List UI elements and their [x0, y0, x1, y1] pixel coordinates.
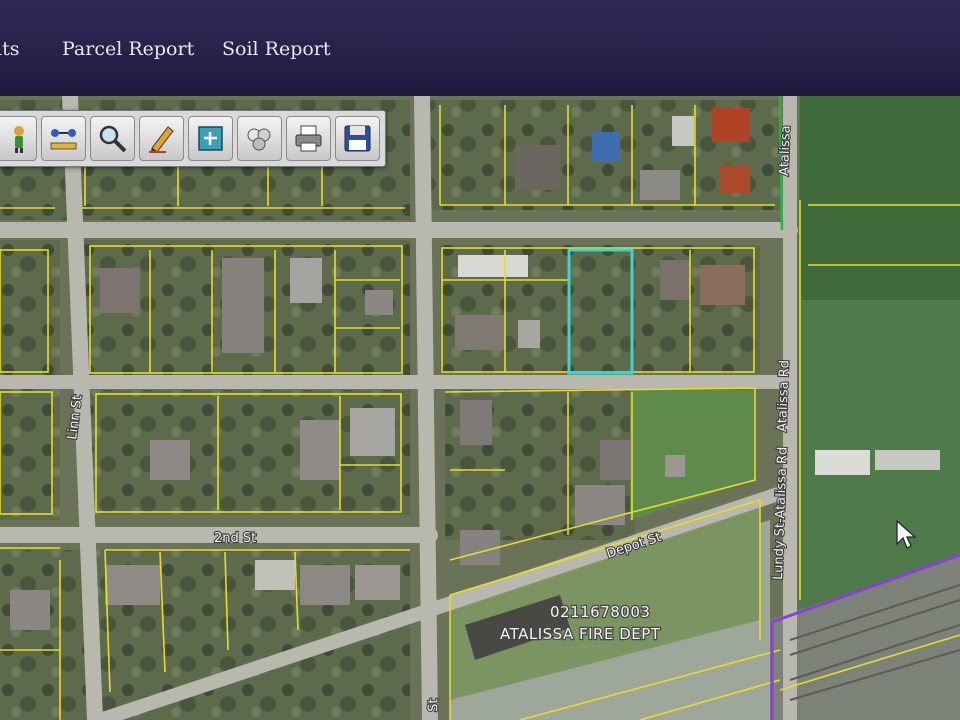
parcel-id-label: 0211678003	[550, 603, 650, 621]
label-2nd-st: 2nd St	[214, 531, 256, 546]
zoom-icon	[99, 125, 127, 153]
layers-button[interactable]	[237, 116, 282, 161]
draw-tool-button[interactable]	[139, 116, 184, 161]
full-extent-icon	[198, 126, 223, 151]
label-bottom-street: St	[426, 698, 441, 712]
field-lower	[800, 96, 960, 300]
map-canvas[interactable]: Linn St 2nd St Depot St Atalissa Rd Atal…	[0, 96, 960, 720]
full-extent-button[interactable]	[188, 116, 233, 161]
save-icon	[344, 125, 371, 152]
network-tool-icon	[50, 129, 77, 150]
save-button[interactable]	[335, 116, 380, 161]
tab-soil-report[interactable]: Soil Report	[222, 38, 331, 60]
mouse-pointer-icon	[896, 520, 917, 549]
zoom-tool-button[interactable]	[90, 116, 135, 161]
tab-parcel-report[interactable]: Parcel Report	[62, 38, 194, 60]
identify-tool-button[interactable]	[0, 116, 37, 161]
layers-icon	[247, 128, 271, 151]
map-toolbar	[0, 110, 386, 167]
tab-results[interactable]: lts	[0, 38, 19, 60]
parcel-name-label: ATALISSA FIRE DEPT	[500, 625, 661, 643]
label-atalissa-rd-right: Atalissa Rd	[775, 360, 792, 432]
identify-person-icon	[14, 126, 24, 153]
network-tool-button[interactable]	[41, 116, 86, 161]
draw-pencil-icon	[149, 126, 174, 153]
label-atalissa-rd-top: Atalissa	[777, 125, 794, 176]
print-icon	[295, 125, 322, 152]
print-button[interactable]	[286, 116, 331, 161]
aerial-parcel-map[interactable]: Linn St 2nd St Depot St Atalissa Rd Atal…	[0, 96, 960, 720]
top-nav-bar: lts Parcel Report Soil Report	[0, 0, 960, 98]
